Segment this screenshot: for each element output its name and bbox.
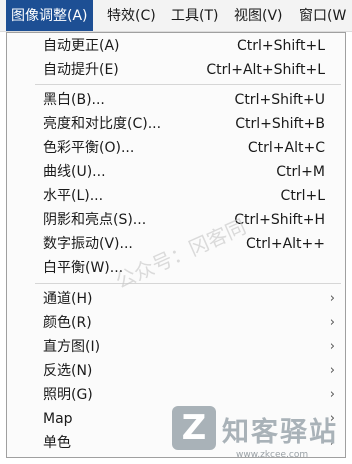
menu-item-shortcut: Ctrl+Shift+U: [234, 92, 325, 108]
menubar-item-image-adjust[interactable]: 图像调整(A): [6, 0, 93, 31]
menu-item-shortcut: Ctrl+Alt++: [245, 236, 325, 252]
menu-item-histogram[interactable]: 直方图(I) ›: [7, 336, 345, 358]
menu-item-brightness-contrast[interactable]: 亮度和对比度(C)... Ctrl+Shift+B: [7, 113, 345, 135]
chevron-right-icon: ›: [329, 387, 335, 402]
menu-item-label: 照明(G): [43, 387, 93, 403]
menu-item-label: 颜色(R): [43, 315, 92, 331]
menu-item-lighting[interactable]: 照明(G) ›: [7, 384, 345, 406]
logo-url: www.zkcee.com: [236, 450, 309, 460]
menu-item-shortcut: Ctrl+Shift+L: [237, 38, 325, 54]
menubar-item-view[interactable]: 视图(V): [229, 0, 288, 31]
menubar-item-effects[interactable]: 特效(C): [102, 0, 161, 31]
menu-item-auto-enhance[interactable]: 自动提升(E) Ctrl+Alt+Shift+L: [7, 59, 345, 81]
menu-item-channels[interactable]: 通道(H) ›: [7, 288, 345, 310]
logo-name: 知客驿站: [222, 417, 338, 448]
chevron-right-icon: ›: [329, 339, 335, 354]
menu-item-label: 阴影和亮点(S)...: [43, 212, 147, 228]
menu-item-shortcut: Ctrl+Shift+B: [235, 116, 325, 132]
menu-item-shortcut: Ctrl+Alt+Shift+L: [206, 62, 325, 78]
menu-item-color[interactable]: 颜色(R) ›: [7, 312, 345, 334]
menu-item-label: 曲线(U)...: [43, 164, 106, 180]
menubar-item-window[interactable]: 窗口(W: [294, 0, 351, 31]
menu-item-shortcut: Ctrl+Shift+H: [234, 212, 325, 228]
menu-item-label: 黑白(B)...: [43, 92, 105, 108]
menu-item-levels[interactable]: 水平(L)... Ctrl+L: [7, 185, 345, 207]
chevron-right-icon: ›: [329, 291, 335, 306]
menu-item-shortcut: Ctrl+L: [280, 188, 325, 204]
menu-item-label: 反选(N): [43, 363, 93, 379]
chevron-right-icon: ›: [329, 315, 335, 330]
menu-separator: [35, 84, 341, 85]
menu-item-label: 单色: [43, 435, 71, 451]
menu-item-label: 水平(L)...: [43, 188, 104, 204]
menu-item-black-white[interactable]: 黑白(B)... Ctrl+Shift+U: [7, 89, 345, 111]
menu-item-label: 直方图(I): [43, 339, 101, 355]
chevron-right-icon: ›: [329, 363, 335, 378]
menu-item-label: Map: [43, 411, 73, 427]
menu-separator: [35, 283, 341, 284]
menu-item-label: 亮度和对比度(C)...: [43, 116, 162, 132]
menu-item-shortcut: Ctrl+M: [276, 164, 325, 180]
menu-item-shortcut: Ctrl+Alt+C: [247, 140, 325, 156]
logo-badge-icon: Z: [172, 406, 216, 450]
menu-item-shadows-highlights[interactable]: 阴影和亮点(S)... Ctrl+Shift+H: [7, 209, 345, 231]
menubar-item-tools[interactable]: 工具(T): [166, 0, 223, 31]
menu-item-label: 自动提升(E): [43, 62, 119, 78]
menu-item-label: 通道(H): [43, 291, 93, 307]
menubar: 图像调整(A) 特效(C) 工具(T) 视图(V) 窗口(W: [0, 0, 352, 32]
menu-item-color-balance[interactable]: 色彩平衡(O)... Ctrl+Alt+C: [7, 137, 345, 159]
watermark-logo: Z 知客驿站 www.zkcee.com: [172, 406, 348, 464]
menu-item-label: 数字振动(V)...: [43, 236, 133, 252]
menu-item-auto-correct[interactable]: 自动更正(A) Ctrl+Shift+L: [7, 35, 345, 57]
menu-item-curves[interactable]: 曲线(U)... Ctrl+M: [7, 161, 345, 183]
menu-item-label: 色彩平衡(O)...: [43, 140, 135, 156]
menu-item-label: 自动更正(A): [43, 38, 120, 54]
menu-item-invert[interactable]: 反选(N) ›: [7, 360, 345, 382]
